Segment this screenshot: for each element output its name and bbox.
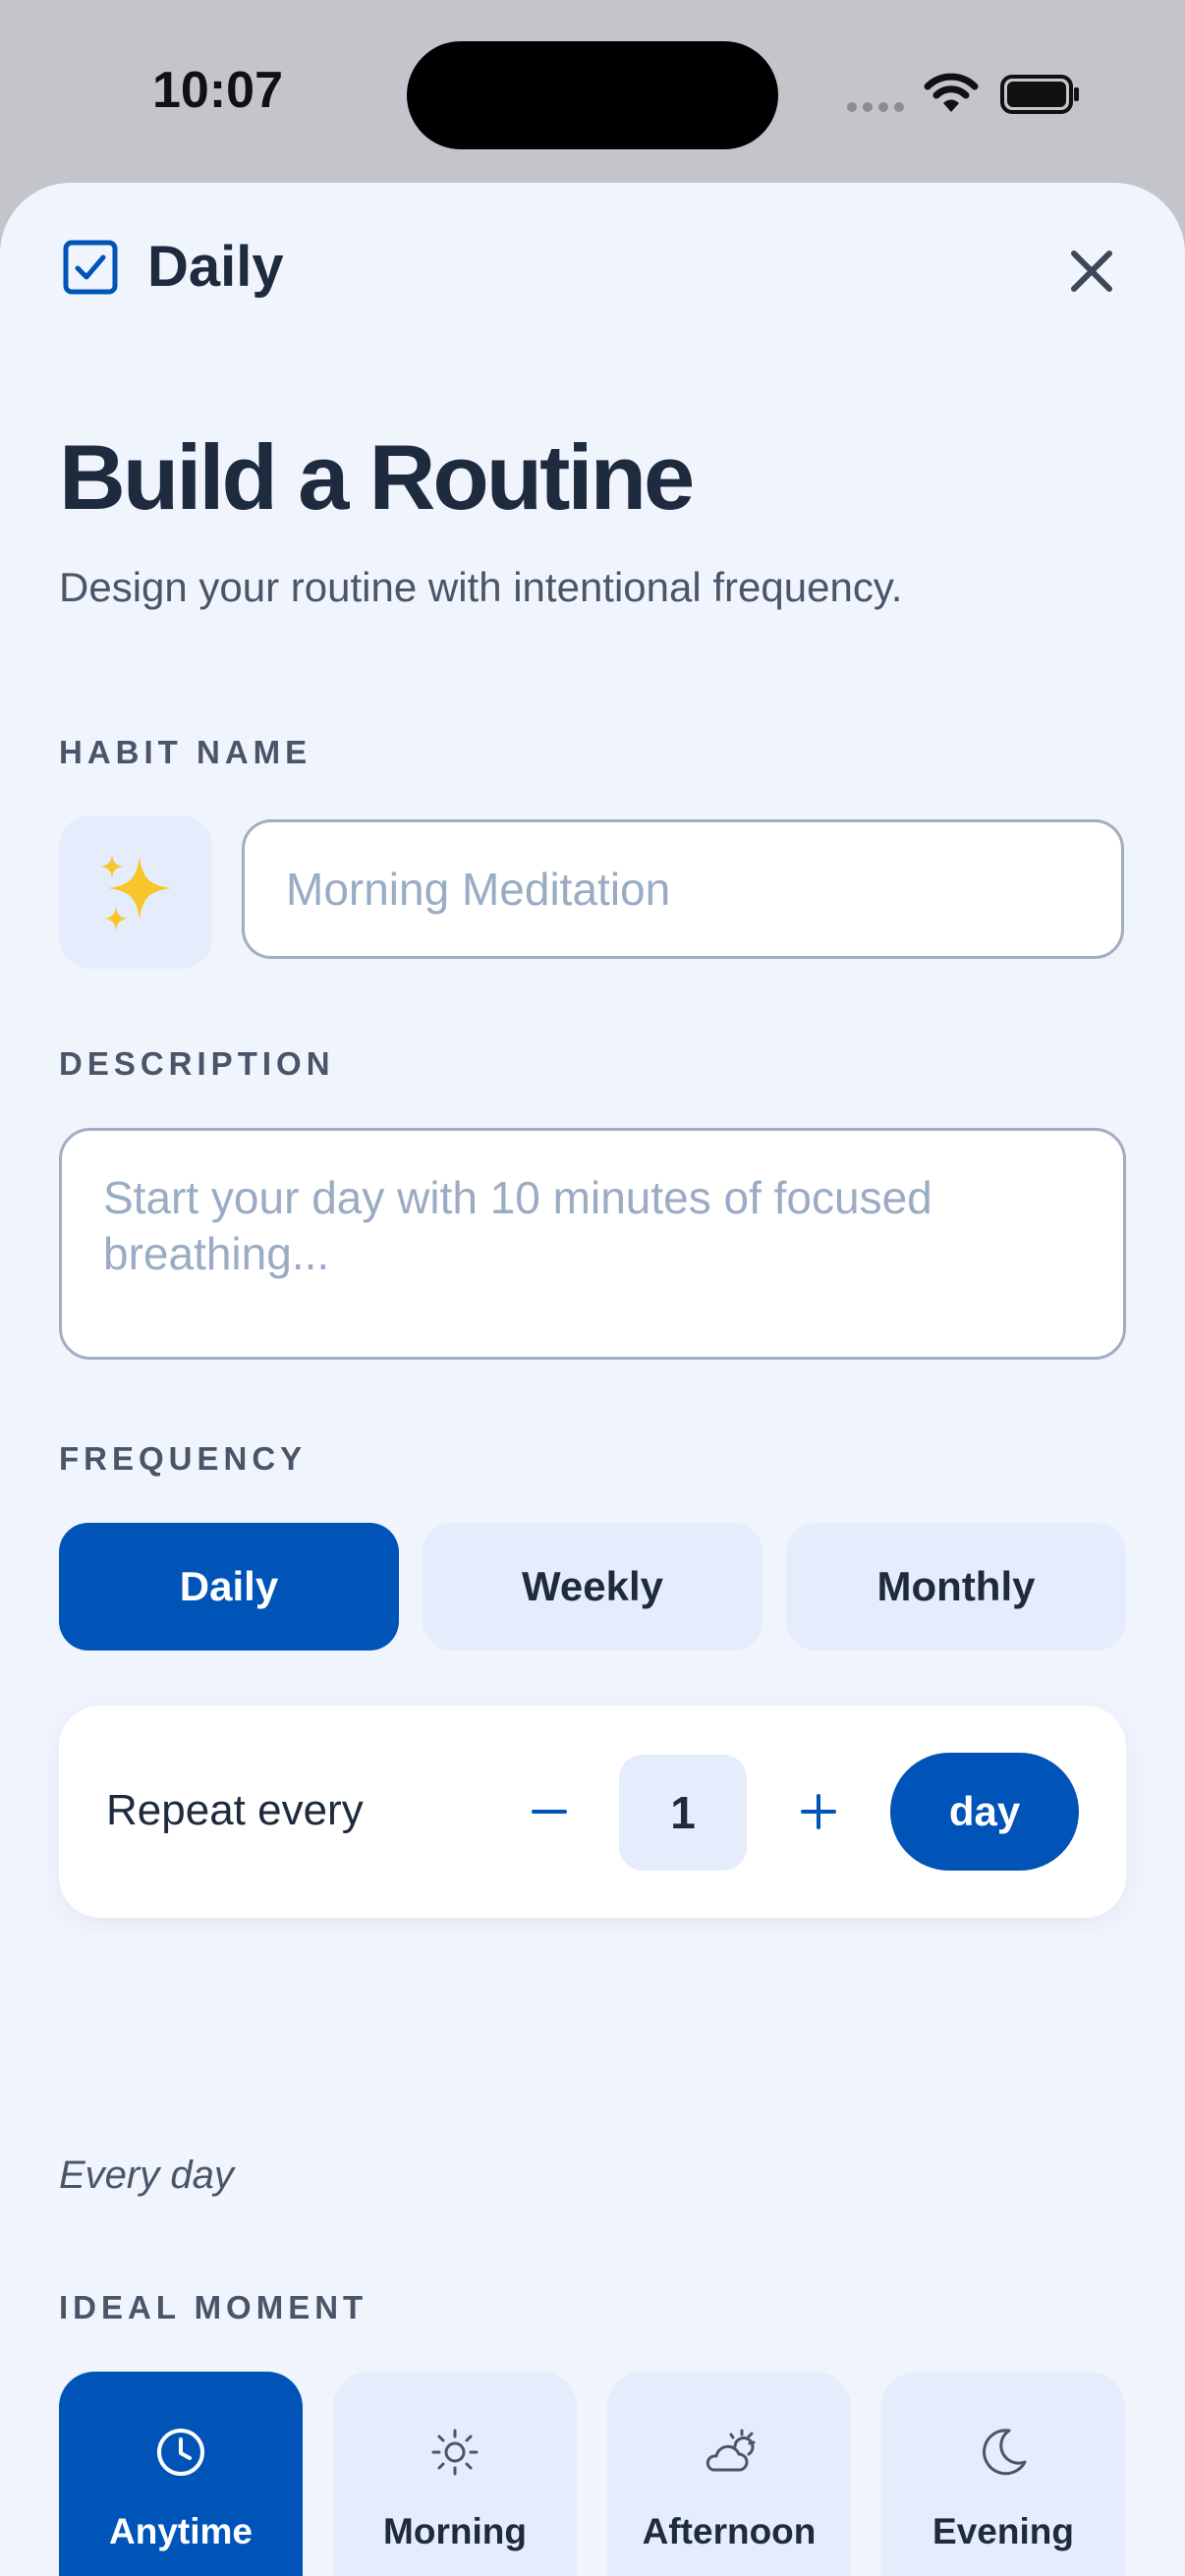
- moment-evening-label: Evening: [932, 2511, 1074, 2551]
- frequency-label: FREQUENCY: [59, 1440, 308, 1477]
- description-label: DESCRIPTION: [59, 1045, 335, 1082]
- increment-button[interactable]: [784, 1772, 853, 1851]
- minus-icon: [532, 1810, 567, 1814]
- checkbox-icon: [63, 240, 118, 295]
- create-habit-sheet: Daily Build a Routine Design your routin…: [0, 183, 1185, 2576]
- wifi-icon: [924, 73, 979, 112]
- frequency-weekly-button[interactable]: Weekly: [423, 1523, 762, 1651]
- battery-icon: [1000, 75, 1079, 114]
- plus-icon: [801, 1794, 836, 1829]
- page-subtitle: Design your routine with intentional fre…: [59, 564, 903, 610]
- clock-icon: [157, 2429, 204, 2476]
- moment-morning-label: Morning: [383, 2511, 527, 2551]
- sparkles-icon: [100, 855, 171, 931]
- repeat-label: Repeat every: [106, 1786, 364, 1834]
- status-time: 10:07: [152, 62, 283, 119]
- moment-morning-button[interactable]: Morning: [333, 2372, 577, 2576]
- emoji-picker-button[interactable]: [59, 815, 212, 969]
- repeat-unit-button[interactable]: day: [890, 1753, 1079, 1871]
- frequency-daily-button[interactable]: Daily: [59, 1523, 399, 1651]
- close-icon: [1071, 251, 1112, 292]
- repeat-interval-card: Repeat every 1 day: [59, 1706, 1126, 1918]
- repeat-summary: Every day: [59, 2154, 234, 2197]
- moment-anytime-label: Anytime: [109, 2511, 253, 2551]
- moment-anytime-button[interactable]: Anytime: [59, 2372, 303, 2576]
- repeat-count-value: 1: [619, 1755, 747, 1871]
- habit-name-input[interactable]: [242, 819, 1124, 959]
- close-button[interactable]: [1064, 244, 1119, 299]
- partly-cloudy-icon: [705, 2429, 756, 2472]
- page-title: Build a Routine: [59, 425, 695, 529]
- habit-name-label: HABIT NAME: [59, 734, 312, 770]
- description-input[interactable]: [59, 1128, 1126, 1360]
- dynamic-island: [407, 41, 778, 149]
- moment-afternoon-label: Afternoon: [642, 2511, 817, 2551]
- ideal-moment-label: IDEAL MOMENT: [59, 2289, 368, 2325]
- sun-icon: [431, 2429, 479, 2476]
- frequency-monthly-button[interactable]: Monthly: [786, 1523, 1126, 1651]
- decrement-button[interactable]: [515, 1772, 584, 1851]
- moon-icon: [983, 2429, 1027, 2476]
- moment-afternoon-button[interactable]: Afternoon: [607, 2372, 851, 2576]
- moment-evening-button[interactable]: Evening: [881, 2372, 1125, 2576]
- cellular-signal-icon: [847, 102, 904, 112]
- app-title: Daily: [147, 235, 284, 299]
